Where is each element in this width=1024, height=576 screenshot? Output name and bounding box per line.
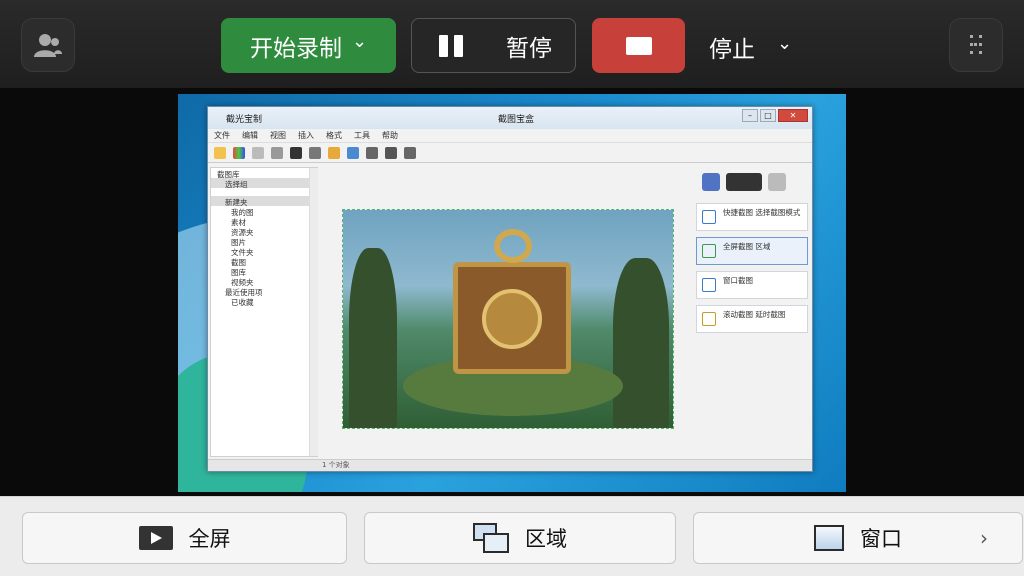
capture-mode-bar: 全屏 区域 窗口 › xyxy=(0,496,1024,576)
participants-icon xyxy=(34,34,62,57)
window-statusbar: 1 个对象 xyxy=(208,459,812,471)
option-card-label: 窗口截图 xyxy=(723,276,753,285)
region-label: 区域 xyxy=(525,527,567,551)
stop-button[interactable] xyxy=(592,18,685,73)
tree-item[interactable]: 图片 xyxy=(211,236,317,247)
option-card[interactable]: 快捷截图 选择截图模式 xyxy=(696,203,808,231)
chest-handle xyxy=(494,229,532,263)
menu-item[interactable]: 格式 xyxy=(326,130,342,141)
menu-item[interactable]: 编辑 xyxy=(242,130,258,141)
file-tree-panel: 截图库 选择组 新建夹 我的图 素材 资源夹 图片 文件夹 截图 图库 视频夹 … xyxy=(210,167,318,457)
screenshot-icon xyxy=(702,210,716,224)
tree-item[interactable]: 资源夹 xyxy=(211,226,317,237)
pause-button[interactable]: 暂停 xyxy=(411,18,576,73)
heart-icon[interactable] xyxy=(404,146,416,159)
tree-scrollbar[interactable] xyxy=(309,168,318,456)
fullscreen-label: 全屏 xyxy=(188,527,231,551)
scene-tree xyxy=(349,248,397,428)
menu-item[interactable]: 视图 xyxy=(270,130,286,141)
canvas-selection[interactable] xyxy=(342,209,674,429)
fullscreen-icon xyxy=(138,526,173,550)
region-mode-button[interactable]: 区域 xyxy=(364,512,676,564)
tree-item[interactable]: 文件夹 xyxy=(211,246,317,257)
option-card-label: 滚动截图 延时截图 xyxy=(723,310,786,319)
menu-item[interactable]: 文件 xyxy=(214,130,230,141)
option-card[interactable]: 窗口截图 xyxy=(696,271,808,299)
chevron-down-icon[interactable]: ⌄ xyxy=(352,31,367,52)
menu-item[interactable]: 帮助 xyxy=(382,130,398,141)
capture-mode-icon[interactable] xyxy=(726,173,762,191)
option-card-label: 快捷截图 选择截图模式 xyxy=(723,208,801,217)
settings-icon[interactable] xyxy=(768,173,786,191)
image-icon[interactable] xyxy=(328,146,340,159)
region-icon xyxy=(473,523,509,553)
window-doc-title: 截图宝盒 xyxy=(498,115,535,125)
capture-preview: 截光宝制 截图宝盒 – □ ✕ 文件 编辑 视图 插入 格式 工具 帮助 截图库… xyxy=(0,88,1024,496)
stop-icon xyxy=(625,36,652,55)
close-icon[interactable]: ✕ xyxy=(778,109,808,122)
paint-icon[interactable] xyxy=(702,173,720,191)
capture-options-panel: 快捷截图 选择截图模式 全屏截图 区域 窗口截图 滚动截图 延时截图 xyxy=(696,167,808,457)
tree-item[interactable]: 新建夹 xyxy=(211,196,317,207)
chevron-right-icon[interactable]: › xyxy=(980,526,988,550)
scene-tree xyxy=(613,258,669,428)
maximize-icon[interactable]: □ xyxy=(760,109,776,122)
treasure-chest-image xyxy=(343,210,673,428)
participants-button[interactable] xyxy=(21,18,75,72)
option-card-label: 全屏截图 区域 xyxy=(723,242,771,251)
cylinder-icon[interactable] xyxy=(290,146,302,159)
recording-toolbar: 开始录制 ⌄ 暂停 停止 ⌄ xyxy=(0,0,1024,88)
tree-item[interactable]: 最近使用项 xyxy=(211,286,317,297)
window-icon xyxy=(702,278,716,292)
chevron-down-icon[interactable]: ⌄ xyxy=(777,33,792,54)
stop-menu[interactable]: 停止 ⌄ xyxy=(709,30,792,64)
window-titlebar[interactable]: 截光宝制 截图宝盒 – □ ✕ xyxy=(208,107,812,129)
pause-label: 暂停 xyxy=(506,35,552,62)
tree-item[interactable]: 我的图 xyxy=(211,206,317,217)
pause-icon xyxy=(439,35,465,57)
window-mode-button[interactable]: 窗口 › xyxy=(693,512,1023,564)
tree-item[interactable]: 视频夹 xyxy=(211,276,317,287)
more-options-button[interactable] xyxy=(949,18,1003,72)
crop-icon[interactable] xyxy=(347,146,359,159)
window-icon xyxy=(814,525,844,551)
stop-label: 停止 xyxy=(709,37,755,63)
tree-item[interactable]: 已收藏 xyxy=(211,296,317,307)
desktop-wallpaper: 截光宝制 截图宝盒 – □ ✕ 文件 编辑 视图 插入 格式 工具 帮助 截图库… xyxy=(178,94,846,492)
tree-item[interactable]: 素材 xyxy=(211,216,317,227)
tree-item[interactable]: 选择组 xyxy=(211,178,317,189)
tree-item[interactable]: 图库 xyxy=(211,266,317,277)
window-app-title: 截光宝制 xyxy=(226,115,263,125)
status-text: 1 个对象 xyxy=(322,461,350,469)
option-card[interactable]: 滚动截图 延时截图 xyxy=(696,305,808,333)
chest-graphic xyxy=(453,229,571,374)
cloud-icon[interactable] xyxy=(309,146,321,159)
fullscreen-icon xyxy=(702,244,716,258)
copy-icon[interactable] xyxy=(252,146,264,159)
window-controls: – □ ✕ xyxy=(742,109,808,122)
window-label: 窗口 xyxy=(860,527,902,551)
tree-item[interactable]: 截图 xyxy=(211,256,317,267)
new-file-icon[interactable] xyxy=(214,146,226,159)
scroll-icon xyxy=(702,312,716,326)
color-icon[interactable] xyxy=(233,146,245,159)
menu-item[interactable]: 工具 xyxy=(354,130,370,141)
start-recording-label: 开始录制 xyxy=(249,35,342,62)
minimize-icon[interactable]: – xyxy=(742,109,758,122)
more-vertical-icon xyxy=(970,35,982,54)
menu-item[interactable]: 插入 xyxy=(298,130,314,141)
arrow-icon[interactable] xyxy=(271,146,283,159)
fullscreen-mode-button[interactable]: 全屏 xyxy=(22,512,347,564)
person-icon[interactable] xyxy=(385,146,397,159)
start-recording-button[interactable]: 开始录制 ⌄ xyxy=(221,18,396,73)
tree-item[interactable]: 截图库 xyxy=(211,168,317,179)
panel-toolbar xyxy=(696,167,808,197)
chest-lock xyxy=(482,289,542,349)
window-toolbar xyxy=(208,143,812,163)
window-menubar: 文件 编辑 视图 插入 格式 工具 帮助 xyxy=(208,129,812,143)
captured-app-window[interactable]: 截光宝制 截图宝盒 – □ ✕ 文件 编辑 视图 插入 格式 工具 帮助 截图库… xyxy=(207,106,813,472)
link-icon[interactable] xyxy=(366,146,378,159)
option-card[interactable]: 全屏截图 区域 xyxy=(696,237,808,265)
